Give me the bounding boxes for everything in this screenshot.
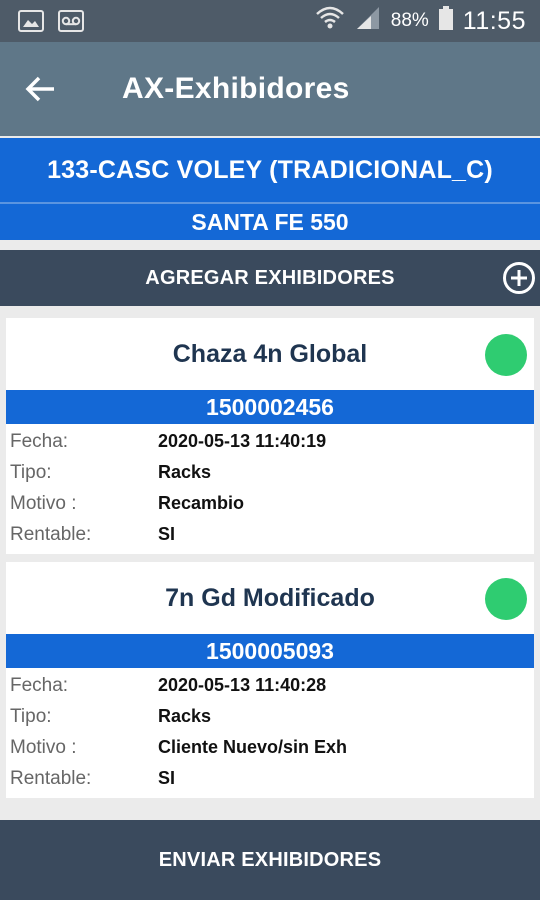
motivo-label: Motivo : [10,736,77,758]
rentable-value: SI [158,768,176,788]
add-exhibitors-bar[interactable]: AGREGAR EXHIBIDORES [0,250,540,306]
exhibitor-code: 1500005093 [6,634,534,668]
motivo-label: Motivo : [10,492,77,514]
exhibitor-card[interactable]: Chaza 4n Global 1500002456 Fecha: 2020-0… [6,318,534,554]
rentable-value: SI [158,524,176,544]
tipo-label: Tipo: [10,461,52,483]
arrow-left-icon [25,76,54,102]
page-title: AX-Exhibidores [122,72,350,105]
app-bar: AX-Exhibidores [0,42,540,136]
exhibitor-name-row: 7n Gd Modificado [6,562,534,634]
detail-row-rentable: Rentable: SI [6,519,534,550]
send-exhibitors-button[interactable]: ENVIAR EXHIBIDORES [0,820,540,900]
tipo-label: Tipo: [10,705,52,727]
clock: 11:55 [462,6,526,35]
exhibitor-name: 7n Gd Modificado [165,583,375,612]
fecha-label: Fecha: [10,674,69,696]
detail-row-fecha: Fecha: 2020-05-13 11:40:19 [6,426,534,457]
exhibitor-details: Fecha: 2020-05-13 11:40:28 Tipo: Racks M… [6,668,534,798]
exhibitor-name-row: Chaza 4n Global [6,318,534,390]
exhibitor-details: Fecha: 2020-05-13 11:40:19 Tipo: Racks M… [6,424,534,554]
rentable-label: Rentable: [10,523,92,545]
fecha-value: 2020-05-13 11:40:19 [158,431,327,451]
exhibitor-card[interactable]: 7n Gd Modificado 1500005093 Fecha: 2020-… [6,562,534,798]
voicemail-icon [58,10,84,32]
status-indicator-icon [485,578,527,620]
gallery-icon [18,10,44,32]
exhibitor-code: 1500002456 [6,390,534,424]
status-bar-right: 88% 11:55 [315,5,526,37]
wifi-icon [315,5,345,37]
fecha-label: Fecha: [10,430,69,452]
back-button[interactable] [0,42,80,136]
battery-level: 88% [390,10,429,31]
status-indicator-icon [485,334,527,376]
rentable-label: Rentable: [10,767,92,789]
motivo-value: Cliente Nuevo/sin Exh [158,737,348,757]
detail-row-fecha: Fecha: 2020-05-13 11:40:28 [6,670,534,701]
signal-icon [355,6,381,36]
tipo-value: Racks [158,462,212,482]
client-name: 133-CASC VOLEY (TRADICIONAL_C) [0,138,540,202]
add-exhibitors-label: AGREGAR EXHIBIDORES [145,266,395,289]
exhibitor-name: Chaza 4n Global [172,339,368,368]
client-address: SANTA FE 550 [0,204,540,240]
detail-row-rentable: Rentable: SI [6,763,534,794]
detail-row-tipo: Tipo: Racks [6,457,534,488]
tipo-value: Racks [158,706,212,726]
status-bar: 88% 11:55 [0,0,540,42]
add-circle-icon[interactable] [502,261,536,295]
fecha-value: 2020-05-13 11:40:28 [158,675,327,695]
status-bar-left [18,10,84,32]
battery-icon [438,6,453,36]
detail-row-tipo: Tipo: Racks [6,701,534,732]
detail-row-motivo: Motivo : Recambio [6,488,534,519]
motivo-value: Recambio [158,493,245,513]
detail-row-motivo: Motivo : Cliente Nuevo/sin Exh [6,732,534,763]
